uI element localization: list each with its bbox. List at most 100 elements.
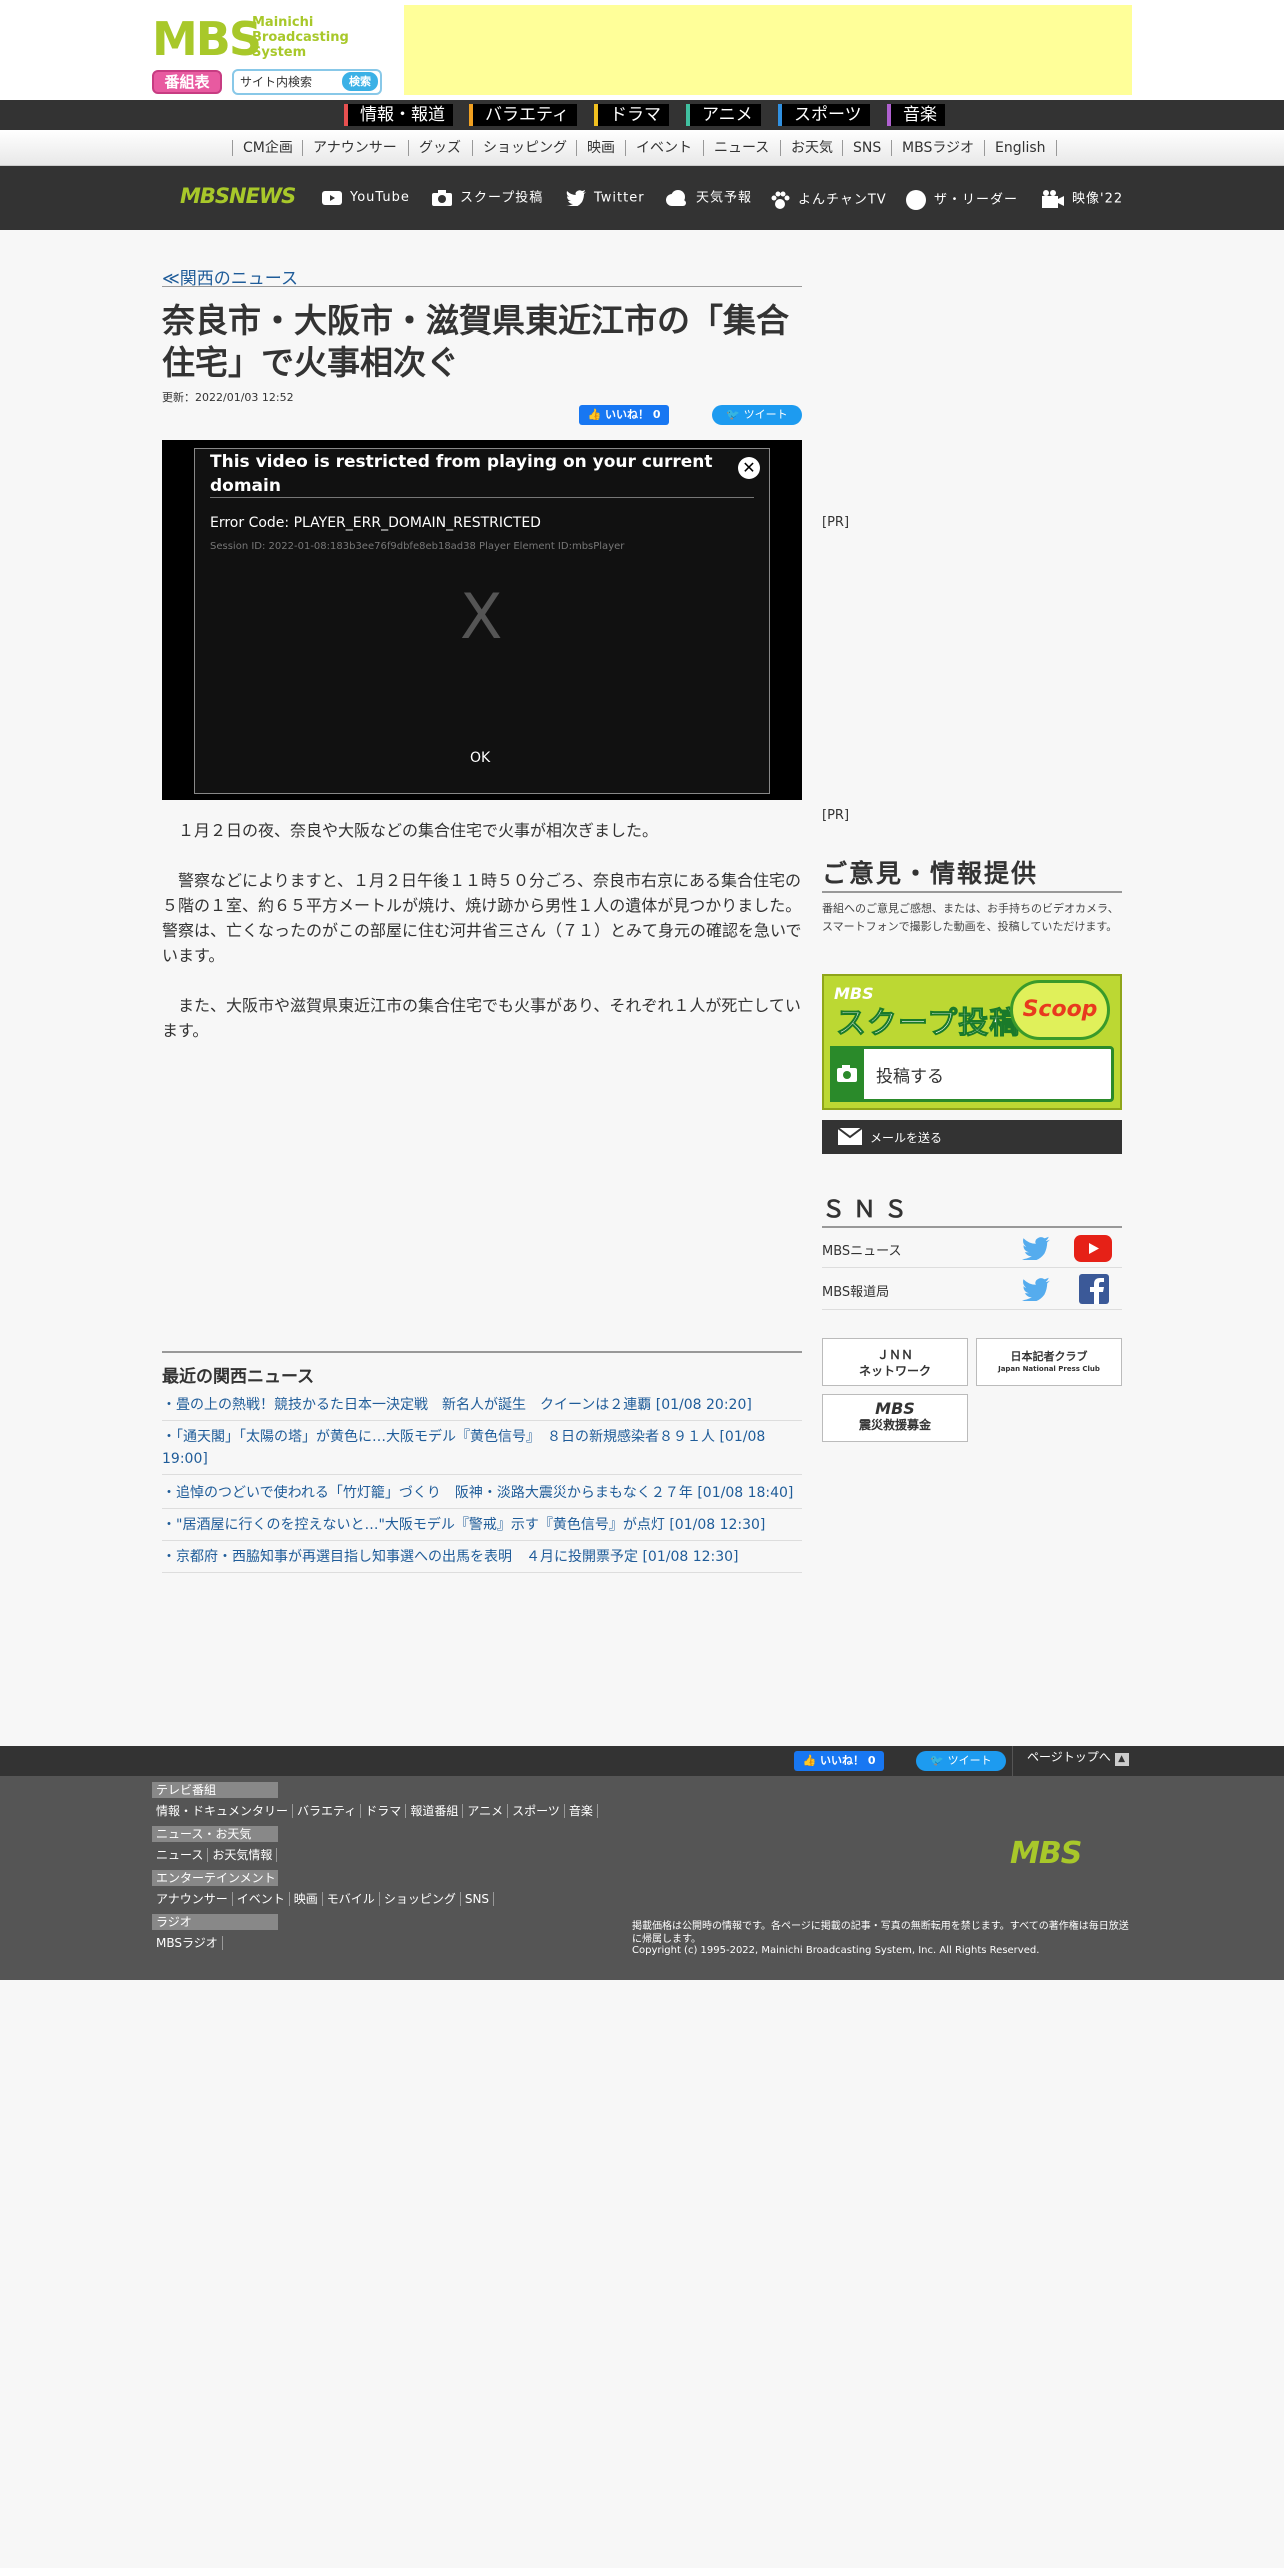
subnav-english[interactable]: English — [984, 140, 1057, 156]
footer-link[interactable]: アナウンサー — [152, 1892, 233, 1906]
footer-link[interactable]: 映画 — [289, 1892, 323, 1906]
tweet-button[interactable]: 🐦 ツイート — [712, 405, 802, 425]
circle-icon — [906, 190, 926, 210]
footer-link[interactable]: モバイル — [322, 1892, 380, 1906]
send-mail-label: メールを送る — [870, 1131, 943, 1145]
scoop-logo: Scoop — [1010, 980, 1110, 1040]
subnav-announcer[interactable]: アナウンサー — [302, 140, 407, 156]
subnav-cm[interactable]: CM企画 — [232, 140, 303, 156]
twitter-bird-icon: 🐦 — [930, 1754, 945, 1767]
news-link-youtube[interactable]: YouTube — [322, 190, 410, 206]
footer-link[interactable]: アニメ — [463, 1804, 509, 1818]
footer-link[interactable]: お天気情報 — [208, 1848, 278, 1862]
article-paragraph: １月２日の夜、奈良や大阪などの集合住宅で火事が相次ぎました。 — [178, 821, 659, 840]
news-link-weather[interactable]: 天気予報 — [664, 190, 752, 207]
banner-sublabel: Japan National Press Club — [998, 1365, 1100, 1373]
facebook-like-button[interactable]: 👍 いいね！ 0 — [794, 1751, 884, 1771]
banner-label: MBS — [875, 1399, 915, 1418]
footer-category: ニュース・お天気 — [152, 1826, 278, 1842]
paw-icon — [771, 191, 790, 209]
mbs-news-logo[interactable]: MBSNEWS — [180, 184, 296, 208]
news-link-twitter[interactable]: Twitter — [566, 190, 645, 207]
jnn-network-banner[interactable]: ＪＮＮ ネットワーク — [822, 1338, 968, 1386]
footer-link[interactable]: スポーツ — [508, 1804, 565, 1818]
footer-link[interactable]: 報道番組 — [406, 1804, 464, 1818]
genre-item-sports[interactable]: スポーツ — [778, 104, 870, 126]
footer-link[interactable]: 音楽 — [564, 1804, 598, 1818]
footer-link[interactable]: ショッピング — [379, 1892, 461, 1906]
article-paragraph: また、大阪市や滋賀県東近江市の集合住宅でも火事があり、それぞれ１人が死亡していま… — [162, 996, 801, 1040]
scoop-title: スクープ投稿 — [835, 1006, 1021, 1042]
opinion-heading: ご意見・情報提供 — [822, 859, 1039, 888]
footer-links-radio: MBSラジオ — [152, 1934, 223, 1951]
facebook-icon[interactable] — [1079, 1274, 1109, 1308]
youtube-icon — [322, 190, 342, 205]
press-club-banner[interactable]: 日本記者クラブ Japan National Press Club — [976, 1338, 1122, 1386]
footer-mbs-logo[interactable]: MBS — [1010, 1836, 1082, 1871]
subnav-goods[interactable]: グッズ — [408, 140, 471, 156]
twitter-icon[interactable] — [1022, 1236, 1050, 1264]
recent-news-item[interactable]: ・"居酒屋に行くのを控えないと…"大阪モデル『警戒』示す『黄色信号』が点灯 [0… — [162, 1514, 802, 1541]
genre-item-info[interactable]: 情報・報道 — [344, 104, 453, 126]
genre-item-variety[interactable]: バラエティ — [469, 104, 577, 126]
news-link-eizo[interactable]: 映像'22 — [1042, 190, 1123, 208]
recent-news-heading: 最近の関西ニュース — [162, 1367, 315, 1387]
subnav-sns[interactable]: SNS — [842, 140, 891, 156]
footer-category: テレビ番組 — [152, 1782, 278, 1798]
recent-news-item[interactable]: ・畳の上の熱戦！競技かるた日本一決定戦 新名人が誕生 クイーンは２連覇 [01/… — [162, 1394, 802, 1421]
tweet-button[interactable]: 🐦 ツイート — [916, 1751, 1006, 1771]
news-link-the-leader[interactable]: ザ・リーダー — [906, 190, 1018, 210]
article-updated: 更新：2022/01/03 12:52 — [162, 391, 294, 404]
genre-item-drama[interactable]: ドラマ — [594, 104, 669, 126]
video-session-id: Session ID: 2022-01-08:183b3ee76f9dbfe8e… — [210, 541, 625, 552]
subnav-weather[interactable]: お天気 — [780, 140, 843, 156]
camera-icon — [432, 190, 452, 206]
recent-news-item[interactable]: ・追悼のつどいで使われる「竹灯籠」づくり 阪神・淡路大震災からまもなく２７年 [… — [162, 1482, 802, 1509]
logo-sub-line: Mainichi — [252, 15, 314, 30]
divider — [162, 286, 802, 287]
pr-label: [PR] — [822, 515, 850, 530]
banner-label: 日本記者クラブ — [1010, 1350, 1088, 1363]
thumbs-up-icon: 👍 — [587, 408, 602, 421]
facebook-like-button[interactable]: 👍 いいね！ 0 — [579, 405, 669, 425]
close-icon[interactable]: ✕ — [738, 457, 760, 479]
genre-item-anime[interactable]: アニメ — [686, 104, 761, 126]
video-camera-icon — [1042, 190, 1064, 208]
subnav-event[interactable]: イベント — [625, 140, 702, 156]
twitter-icon[interactable] — [1022, 1277, 1050, 1305]
twitter-icon — [566, 190, 586, 206]
recent-news-item[interactable]: ・京都府・西脇知事が再選目指し知事選への出馬を表明 ４月に投開票予定 [01/0… — [162, 1546, 802, 1573]
footer-links-news: ニュース お天気情報 — [152, 1846, 278, 1863]
article-paragraph: 警察などによりますと、１月２日午後１１時５０分ごろ、奈良市右京にある集合住宅の５… — [162, 871, 802, 965]
footer-link[interactable]: ドラマ — [361, 1804, 407, 1818]
footer-link[interactable]: 情報・ドキュメンタリー — [152, 1804, 294, 1818]
video-x-mark: X — [460, 580, 503, 653]
scoop-post-button[interactable] — [830, 1046, 1114, 1102]
bangumi-button[interactable]: 番組表 — [152, 70, 222, 94]
subnav-movie[interactable]: 映画 — [576, 140, 625, 156]
youtube-icon[interactable] — [1074, 1235, 1112, 1266]
footer-link[interactable]: MBSラジオ — [152, 1936, 223, 1950]
subnav-news[interactable]: ニュース — [703, 140, 779, 156]
send-mail-button[interactable] — [822, 1120, 1122, 1154]
footer-link[interactable]: SNS — [460, 1892, 495, 1906]
top-ad-banner[interactable] — [404, 5, 1132, 95]
search-button[interactable]: 検索 — [342, 72, 378, 91]
pr-label: [PR] — [822, 808, 850, 823]
news-link-scoop[interactable]: スクープ投稿 — [432, 190, 543, 207]
subnav-mbs-radio[interactable]: MBSラジオ — [891, 140, 984, 156]
video-error-title: This video is restricted from playing on… — [210, 452, 713, 496]
subnav-shopping[interactable]: ショッピング — [472, 140, 577, 156]
divider — [210, 497, 754, 498]
footer-link[interactable]: ニュース — [152, 1848, 209, 1862]
genre-item-music[interactable]: 音楽 — [887, 104, 945, 126]
page-top-link[interactable]: ページトップへ ▲ — [1012, 1746, 1129, 1776]
news-link-yonchan[interactable]: よんチャンTV — [770, 190, 887, 210]
video-ok-button[interactable]: OK — [470, 750, 490, 766]
disaster-relief-banner[interactable]: MBS 震災救援募金 — [822, 1394, 968, 1442]
footer-link[interactable]: バラエティ — [293, 1804, 362, 1818]
sns-heading: ＳＮＳ — [822, 1197, 915, 1223]
footer-link[interactable]: イベント — [232, 1892, 290, 1906]
banner-label: ネットワーク — [858, 1364, 931, 1378]
recent-news-item[interactable]: ・「通天閣」「太陽の塔」が黄色に…大阪モデル『黄色信号』 ８日の新規感染者８９１… — [162, 1426, 802, 1475]
